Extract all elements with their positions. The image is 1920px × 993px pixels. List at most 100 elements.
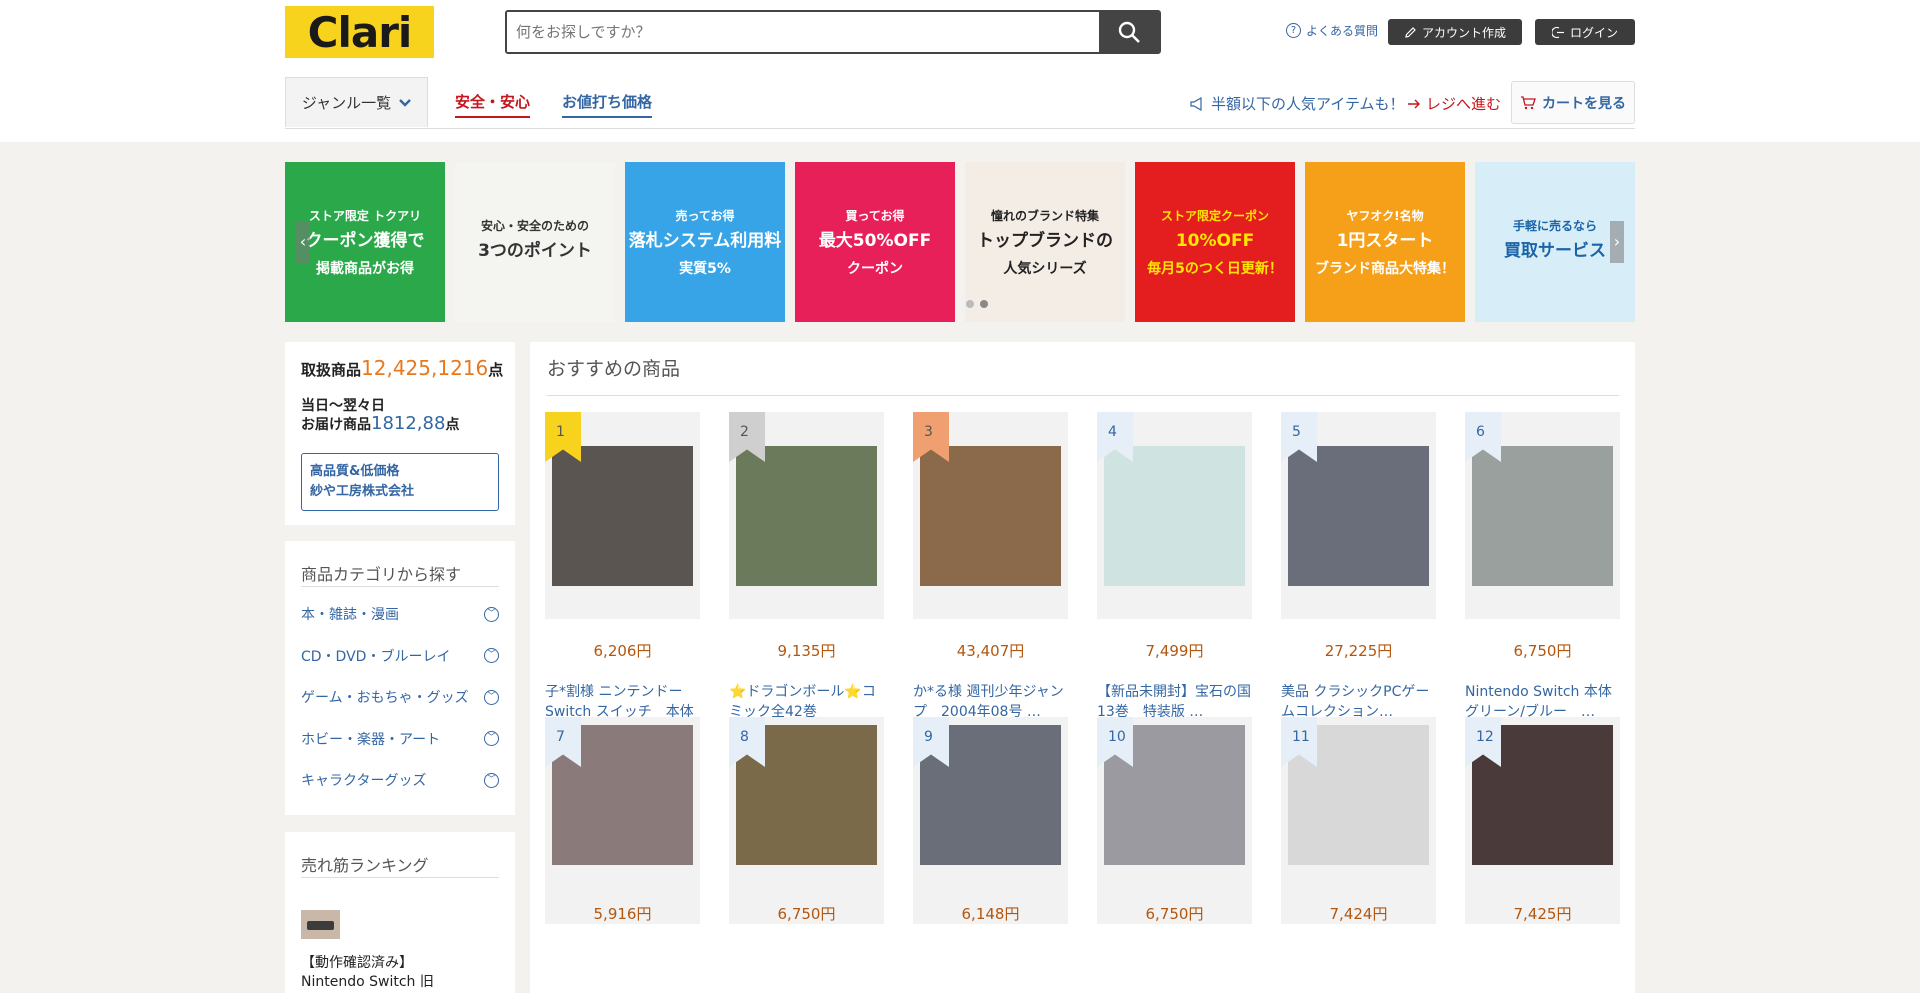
ranking-item-name[interactable]: 【動作確認済み】 Nintendo Switch 旧 xyxy=(301,954,434,992)
product-price: 7,424円 xyxy=(1329,905,1388,923)
banner-4[interactable]: 買ってお得 最大50%OFF クーポン xyxy=(795,162,955,322)
search-icon xyxy=(1118,21,1140,43)
product-name[interactable]: ⭐ドラゴンボール⭐コミック全42巻 xyxy=(729,682,889,722)
category-item[interactable]: キャラクターグッズ ﹀ xyxy=(301,770,499,790)
banner-sub-text: ブランド商品大特集！ xyxy=(1315,260,1455,277)
product-name[interactable]: か*る様 週刊少年ジャンプ 2004年08号 … xyxy=(913,682,1073,722)
product-thumbnail[interactable]: 12 xyxy=(1465,717,1620,924)
arrow-right-icon xyxy=(1408,99,1420,108)
product-name[interactable]: Nintendo Switch 本体 グリーン/ブルー … xyxy=(1465,682,1625,722)
create-account-label: アカウント作成 xyxy=(1421,25,1506,40)
divider xyxy=(301,586,499,587)
ranking-item-line2: Nintendo Switch 旧 xyxy=(301,974,434,990)
product-thumbnail[interactable]: 10 xyxy=(1097,717,1252,924)
product-price: 6,750円 xyxy=(1145,905,1204,923)
carousel-prev-button[interactable]: ‹ xyxy=(296,221,310,263)
product-name[interactable]: 美品 クラシックPCゲームコレクション… xyxy=(1281,682,1441,722)
product-price: 9,135円 xyxy=(777,642,836,660)
banner-main-text: 買取サービス xyxy=(1504,240,1606,261)
nav-safe-link[interactable]: 安全・安心 xyxy=(455,91,531,118)
banner-main-text: 1円スタート xyxy=(1336,230,1434,251)
view-cart-button[interactable]: カートを見る xyxy=(1511,81,1635,124)
ranking-panel: 売れ筋ランキング 【動作確認済み】 Nintendo Switch 旧 xyxy=(285,832,515,993)
banner-7[interactable]: ヤフオク!名物 1円スタートブランド商品大特集！ xyxy=(1305,162,1465,322)
product-thumbnail[interactable]: 4 xyxy=(1097,412,1252,619)
carousel-dot[interactable] xyxy=(966,300,974,308)
site-logo[interactable]: Clari xyxy=(285,6,434,58)
product-thumbnail[interactable]: 1 xyxy=(545,412,700,619)
product-image xyxy=(1104,446,1245,586)
category-item[interactable]: 本・雑誌・漫画 ﹀ xyxy=(301,604,499,624)
banner-top-text: ストア限定クーポン xyxy=(1160,208,1269,223)
checkout-link[interactable]: レジへ進む xyxy=(1407,93,1501,114)
banner-top-text: ヤフオク!名物 xyxy=(1346,208,1424,223)
company-box[interactable]: 高品質&低価格 紗や工房株式会社 xyxy=(301,453,499,511)
carousel-next-button[interactable]: › xyxy=(1610,221,1624,263)
banner-sub-text: 人気シリーズ xyxy=(1003,260,1087,277)
pencil-icon xyxy=(1405,26,1416,38)
login-button[interactable]: ログイン xyxy=(1535,19,1635,45)
genre-dropdown[interactable]: ジャンル一覧 xyxy=(285,77,428,127)
banner-main-text: 最大50%OFF xyxy=(818,230,932,251)
search-button[interactable] xyxy=(1099,12,1159,52)
nav-bargain-link[interactable]: お値打ち価格 xyxy=(562,91,653,118)
product-thumbnail[interactable]: 3 xyxy=(913,412,1068,619)
product-name[interactable]: 子*割様 ニンテンドーSwitch スイッチ 本体 xyxy=(545,682,705,722)
search-input[interactable] xyxy=(507,12,1099,52)
product-image xyxy=(920,446,1061,586)
product-thumbnail[interactable]: 8 xyxy=(729,717,884,924)
banner-2[interactable]: 安心・安全のための 3つのポイント xyxy=(455,162,615,322)
banner-5[interactable]: 憧れのブランド特集 トップブランドの 人気シリーズ xyxy=(965,162,1125,322)
banner-3[interactable]: 売ってお得 落札システム利用料 実質5% xyxy=(625,162,785,322)
faq-label: よくある質問 xyxy=(1306,24,1379,38)
banner-main-text: クーポン獲得で xyxy=(305,230,425,251)
product-thumbnail[interactable]: 2 xyxy=(729,412,884,619)
banner-6[interactable]: ストア限定クーポン 10%OFF 毎月5のつく日更新！ xyxy=(1135,162,1295,322)
product-thumbnail[interactable]: 7 xyxy=(545,717,700,924)
recommended-title: おすすめの商品 xyxy=(547,358,681,380)
product-thumbnail[interactable]: 6 xyxy=(1465,412,1620,619)
delivery-stat: お届け商品1812,88点 xyxy=(301,413,459,434)
banner-top-text: 手軽に売るなら xyxy=(1512,218,1597,233)
items-count: 12,425,1216 xyxy=(361,356,489,380)
login-label: ログイン xyxy=(1569,25,1618,40)
banner-sub-text: 掲載商品がお得 xyxy=(316,260,414,277)
checkout-label: レジへ進む xyxy=(1426,95,1502,113)
banner-main-text: 3つのポイント xyxy=(478,240,592,261)
ranking-thumbnail[interactable] xyxy=(301,910,340,939)
banner-main-text: 10%OFF xyxy=(1175,230,1255,251)
recommended-section: おすすめの商品 1 6,206円 子*割様 ニンテンドーSwitch スイッチ 本体… xyxy=(530,342,1635,993)
product-image xyxy=(552,446,693,586)
category-item[interactable]: ホビー・楽器・アート ﹀ xyxy=(301,729,499,749)
product-thumbnail[interactable]: 5 xyxy=(1281,412,1436,619)
product-thumbnail[interactable]: 11 xyxy=(1281,717,1436,924)
genre-label: ジャンル一覧 xyxy=(301,94,392,112)
cart-icon xyxy=(1521,95,1536,109)
question-icon: ? xyxy=(1286,23,1301,38)
category-item[interactable]: ゲーム・おもちゃ・グッズ ﹀ xyxy=(301,687,499,707)
faq-link[interactable]: ? よくある質問 xyxy=(1286,22,1378,39)
banner-main-text: トップブランドの xyxy=(977,230,1113,251)
promo-label: 半額以下の人気アイテムも！ xyxy=(1211,95,1405,113)
delivery-line1: 当日〜翌々日 xyxy=(301,398,385,414)
items-label: 取扱商品 xyxy=(301,361,362,379)
divider xyxy=(547,395,1619,396)
search-bar xyxy=(505,10,1161,54)
items-unit: 点 xyxy=(488,361,504,379)
category-item[interactable]: CD・DVD・ブルーレイ ﹀ xyxy=(301,646,499,666)
promo-link[interactable]: 半額以下の人気アイテムも！ xyxy=(1190,93,1405,114)
chevron-down-icon: ﹀ xyxy=(484,606,499,622)
chevron-down-icon: ﹀ xyxy=(484,772,499,788)
product-thumbnail[interactable]: 9 xyxy=(913,717,1068,924)
category-panel: 商品カテゴリから探す 本・雑誌・漫画 ﹀ CD・DVD・ブルーレイ ﹀ ゲーム・おもちゃ… xyxy=(285,541,515,815)
create-account-button[interactable]: アカウント作成 xyxy=(1388,19,1522,45)
product-price: 5,916円 xyxy=(593,905,652,923)
product-name[interactable]: 【新品未開封】宝石の国 13巻 特装版 … xyxy=(1097,682,1265,722)
banner-sub-text: クーポン xyxy=(847,260,903,277)
product-price: 43,407円 xyxy=(956,642,1025,660)
banner-carousel: ストア限定 トクアリ クーポン獲得で 掲載商品がお得 安心・安全のための 3つのポイント… xyxy=(285,162,1635,322)
chevron-down-icon xyxy=(399,98,411,107)
category-label: 本・雑誌・漫画 xyxy=(301,607,399,623)
carousel-dot-active[interactable] xyxy=(980,300,988,308)
login-icon xyxy=(1551,26,1564,38)
